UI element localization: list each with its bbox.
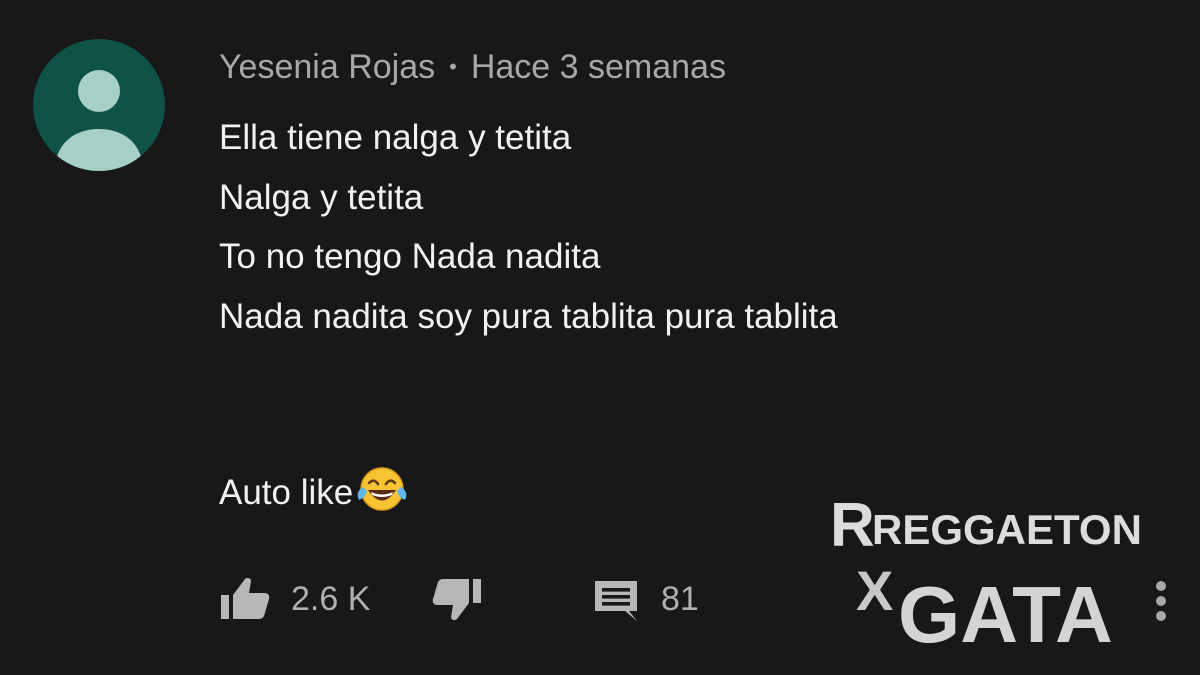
- comment-line: Ella tiene nalga y tetita: [219, 118, 572, 157]
- thumbs-up-icon: [221, 577, 270, 619]
- thumbs-down-icon: [432, 579, 481, 621]
- author-name[interactable]: Yesenia Rojas: [219, 48, 435, 86]
- comment-text: Ella tiene nalga y tetita Nalga y tetita…: [219, 108, 838, 346]
- laughing-tears-emoji-icon: [355, 466, 409, 526]
- comment-icon: [595, 581, 637, 621]
- comment-line: To no tengo Nada nadita: [219, 237, 601, 276]
- like-count: 2.6 K: [291, 579, 371, 618]
- separator-dot: •: [449, 54, 457, 79]
- reply-count: 81: [661, 579, 699, 618]
- comment-extra-text: Auto like: [219, 473, 354, 512]
- watermark-x: X: [856, 559, 893, 622]
- watermark-initial: R: [830, 500, 875, 560]
- watermark-line1: REGGAETON: [872, 506, 1142, 553]
- reply-button[interactable]: 81: [593, 568, 699, 630]
- watermark-line2: GATA: [898, 570, 1113, 650]
- like-button[interactable]: 2.6 K: [219, 568, 370, 630]
- comment-header: Yesenia Rojas • Hace 3 semanas: [219, 44, 726, 94]
- more-options-icon[interactable]: [1152, 578, 1170, 624]
- channel-watermark-logo: R REGGAETON X GATA: [830, 500, 1142, 650]
- timestamp[interactable]: Hace 3 semanas: [471, 48, 726, 86]
- person-icon: [55, 70, 143, 171]
- dislike-button[interactable]: [431, 568, 483, 630]
- comment-extra-line: Auto like: [219, 466, 409, 526]
- comment-line: Nada nadita soy pura tablita pura tablit…: [219, 296, 838, 336]
- avatar[interactable]: [33, 39, 165, 171]
- comment-card: Yesenia Rojas • Hace 3 semanas Ella tiene …: [0, 0, 1200, 675]
- comment-line: Nalga y tetita: [219, 177, 424, 217]
